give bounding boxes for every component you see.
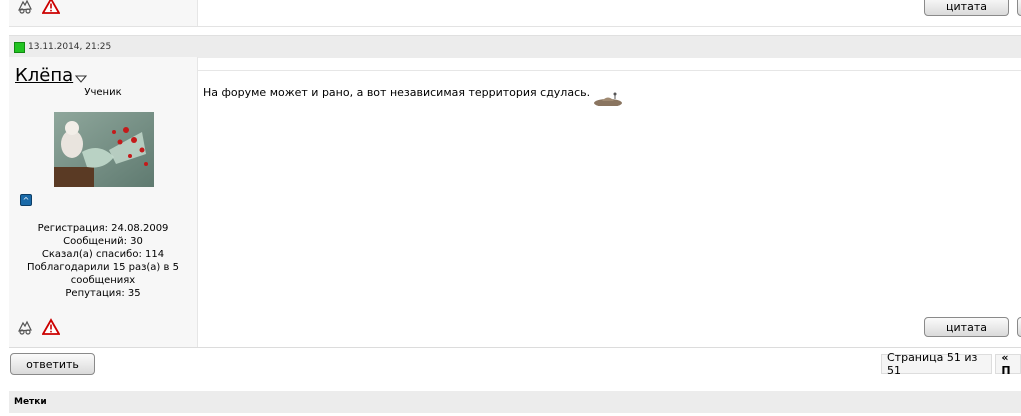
post-date: 13.11.2014, 21:25 <box>28 42 112 52</box>
message-separator <box>198 70 1021 71</box>
post: Клёпа Ученик ^ Регистрация: 24.08.2009 С… <box>9 57 1021 348</box>
online-status-icon <box>14 41 25 53</box>
stat-registration: Регистрация: 24.08.2009 <box>37 223 169 234</box>
user-title: Ученик <box>84 87 122 98</box>
previous-post-icons <box>15 0 61 16</box>
stat-thanks-given: Сказал(а) спасибо: 114 <box>41 249 165 260</box>
smiley-icon <box>592 90 624 109</box>
post-header: 13.11.2014, 21:25 <box>9 35 1021 58</box>
reply-button[interactable]: ответить <box>10 353 95 375</box>
username-link[interactable]: Клёпа <box>15 65 73 86</box>
message-text: На форуме может и рано, а вот независима… <box>203 86 591 99</box>
stat-posts: Сообщений: 30 <box>63 236 143 247</box>
thanks-icon[interactable] <box>15 317 35 337</box>
post-user-icons <box>15 317 61 337</box>
thanks-icon[interactable] <box>15 0 35 16</box>
quote-button[interactable]: цитата <box>924 317 1009 337</box>
user-menu-arrow-icon[interactable] <box>74 73 88 86</box>
quote-button[interactable]: цитата <box>924 0 1009 16</box>
multiquote-button[interactable] <box>1017 0 1021 16</box>
previous-post-tail: цитата <box>9 0 1021 27</box>
prev-page-link[interactable]: « П <box>995 351 1021 377</box>
tags-label: Метки <box>14 397 47 407</box>
pagination: Страница 51 из 51 « П <box>881 351 1021 377</box>
stat-thanked-cont: сообщениях <box>70 275 136 286</box>
report-icon[interactable] <box>41 0 61 16</box>
page-info: Страница 51 из 51 <box>881 351 993 377</box>
reputation-icon[interactable]: ^ <box>20 194 32 206</box>
report-icon[interactable] <box>41 317 61 337</box>
multiquote-button[interactable] <box>1017 317 1021 337</box>
user-info-panel: Клёпа Ученик ^ Регистрация: 24.08.2009 С… <box>9 57 198 347</box>
message-area: На форуме может и рано, а вот независима… <box>198 57 1021 347</box>
user-stats: Регистрация: 24.08.2009 Сообщений: 30 Ск… <box>9 222 197 300</box>
stat-thanked: Поблагодарили 15 раз(а) в 5 <box>27 262 179 273</box>
tags-header: Метки <box>9 391 1021 413</box>
stat-reputation: Репутация: 35 <box>65 288 141 299</box>
avatar[interactable] <box>54 112 154 187</box>
